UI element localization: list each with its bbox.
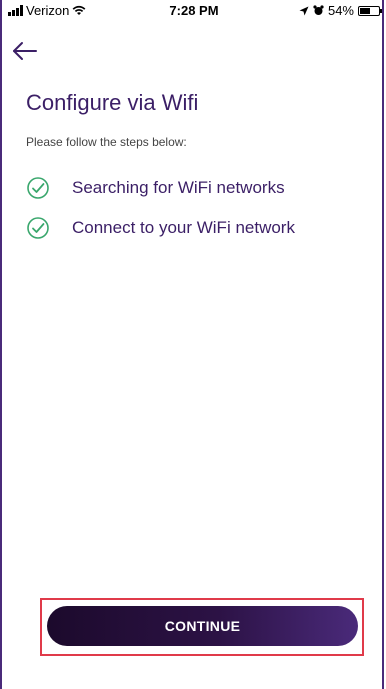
- step-label: Searching for WiFi networks: [72, 178, 285, 197]
- continue-button[interactable]: CONTINUE: [47, 606, 358, 646]
- step-item: Connect to your WiFi network: [26, 208, 366, 248]
- step-label: Connect to your WiFi network: [72, 218, 295, 237]
- page-subtitle: Please follow the steps below:: [26, 135, 187, 149]
- status-bar: Verizon 7:28 PM 54%: [2, 0, 386, 22]
- check-circle-icon: [27, 217, 49, 239]
- arrow-left-icon: [13, 42, 37, 60]
- app-frame: Verizon 7:28 PM 54% Configure via Wifi P…: [0, 0, 384, 689]
- step-item: Searching for WiFi networks: [26, 168, 366, 208]
- back-button[interactable]: [10, 38, 40, 64]
- battery-percent: 54%: [327, 3, 354, 18]
- status-right: 54%: [299, 3, 382, 18]
- alarm-icon: [313, 5, 324, 15]
- check-circle-icon: [27, 177, 49, 199]
- battery-icon: [358, 5, 382, 16]
- location-arrow-icon: [299, 6, 309, 15]
- steps-list: Searching for WiFi networks Connect to y…: [26, 168, 366, 248]
- battery-fill: [360, 7, 370, 14]
- page-title: Configure via Wifi: [26, 90, 199, 115]
